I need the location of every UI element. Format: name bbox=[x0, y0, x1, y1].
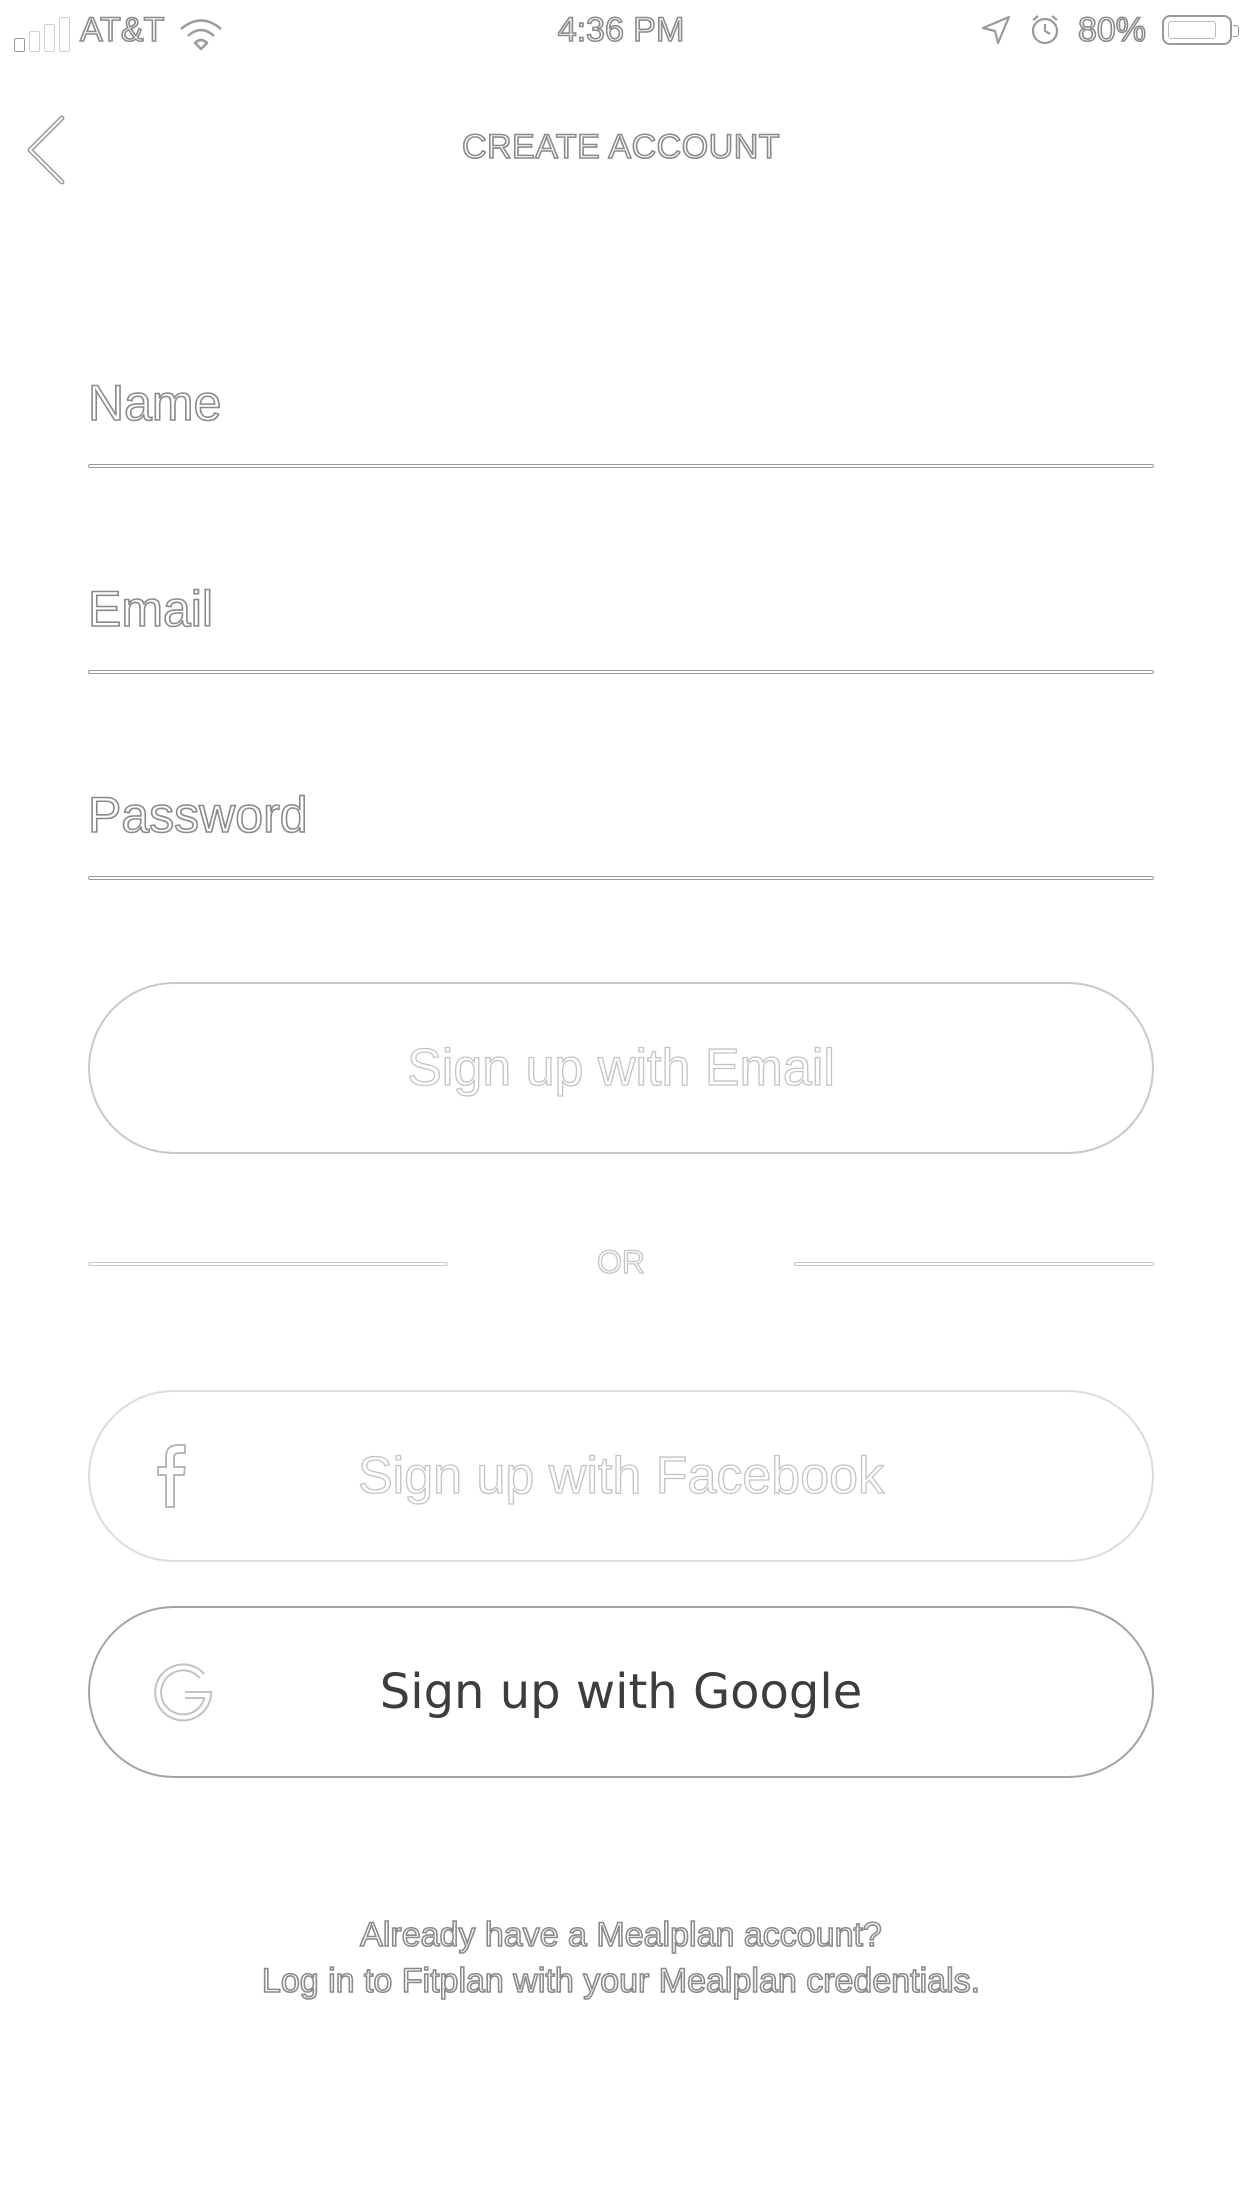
or-divider: OR bbox=[88, 1240, 1154, 1290]
email-underline bbox=[88, 670, 1154, 674]
password-field bbox=[88, 770, 1154, 880]
name-field bbox=[88, 358, 1154, 468]
status-right: 80% bbox=[980, 8, 1239, 52]
footer-line-1: Already have a Mealplan account? bbox=[359, 1915, 882, 1955]
battery-percent: 80% bbox=[1077, 10, 1147, 50]
sign-up-email-label: Sign up with Email bbox=[406, 1038, 835, 1097]
sign-up-google-button[interactable]: Sign up with Google bbox=[88, 1606, 1154, 1778]
page-title: CREATE ACCOUNT bbox=[461, 127, 781, 167]
alarm-clock-icon bbox=[1031, 15, 1059, 45]
sign-up-facebook-label: Sign up with Facebook bbox=[357, 1446, 885, 1505]
battery-icon bbox=[1162, 15, 1239, 45]
name-input[interactable] bbox=[88, 358, 1154, 448]
name-underline bbox=[88, 464, 1154, 468]
create-account-screen: AT&T 4:36 PM 80% CREATE ACCOUNT Name Ema… bbox=[0, 0, 1242, 2208]
divider-line-right bbox=[794, 1262, 1154, 1266]
email-input[interactable] bbox=[88, 564, 1154, 654]
password-underline bbox=[88, 876, 1154, 880]
password-input[interactable] bbox=[88, 770, 1154, 860]
facebook-icon bbox=[157, 1444, 186, 1508]
status-bar: AT&T 4:36 PM 80% bbox=[0, 0, 1242, 60]
footer-line-2: Log in to Fitplan with your Mealplan cre… bbox=[261, 1961, 981, 2001]
sign-up-facebook-button[interactable]: Sign up with Facebook bbox=[88, 1390, 1154, 1562]
sign-up-google-label: Sign up with Google bbox=[379, 1664, 863, 1720]
battery-level-fill bbox=[1168, 21, 1216, 39]
sign-up-email-button[interactable]: Sign up with Email bbox=[88, 982, 1154, 1154]
email-field bbox=[88, 564, 1154, 674]
google-icon bbox=[154, 1663, 213, 1722]
mealplan-login-link[interactable]: Already have a Mealplan account? Log in … bbox=[0, 1912, 1242, 2004]
location-arrow-icon bbox=[981, 15, 1011, 45]
